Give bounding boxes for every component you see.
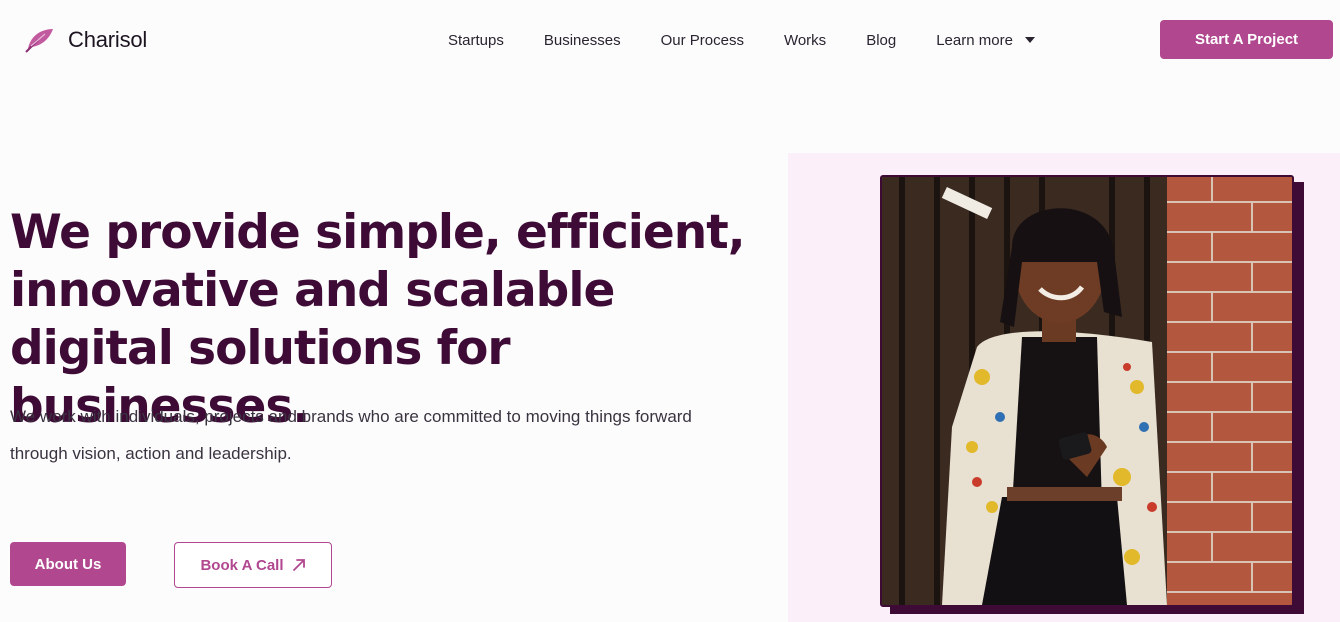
brand-name: Charisol — [68, 27, 148, 52]
main-nav: Startups Businesses Our Process Works Bl… — [428, 28, 1055, 52]
nav-item-startups[interactable]: Startups — [448, 32, 504, 49]
start-project-button[interactable]: Start A Project — [1160, 20, 1333, 59]
arrow-up-right-icon — [292, 559, 305, 571]
chevron-down-icon — [1024, 37, 1035, 43]
hero-photo — [880, 175, 1294, 607]
book-a-call-button[interactable]: Book A Call — [174, 542, 332, 588]
nav-item-businesses[interactable]: Businesses — [544, 32, 621, 49]
nav-item-our-process[interactable]: Our Process — [661, 32, 744, 49]
feather-logo-icon — [25, 29, 53, 53]
nav-item-works[interactable]: Works — [784, 32, 826, 49]
about-us-button[interactable]: About Us — [10, 542, 126, 586]
hero-subtitle: We work with individuals, projects and b… — [10, 407, 692, 463]
site-header: Charisol Startups Businesses Our Process… — [0, 0, 1340, 80]
book-a-call-label: Book A Call — [200, 556, 284, 574]
brand-logo[interactable]: Charisol — [22, 24, 147, 56]
nav-item-learn-more-label: Learn more — [936, 31, 1013, 49]
nav-item-learn-more[interactable]: Learn more — [936, 32, 1035, 49]
woman-with-phone-illustration — [882, 177, 1292, 605]
nav-item-blog[interactable]: Blog — [866, 32, 896, 49]
